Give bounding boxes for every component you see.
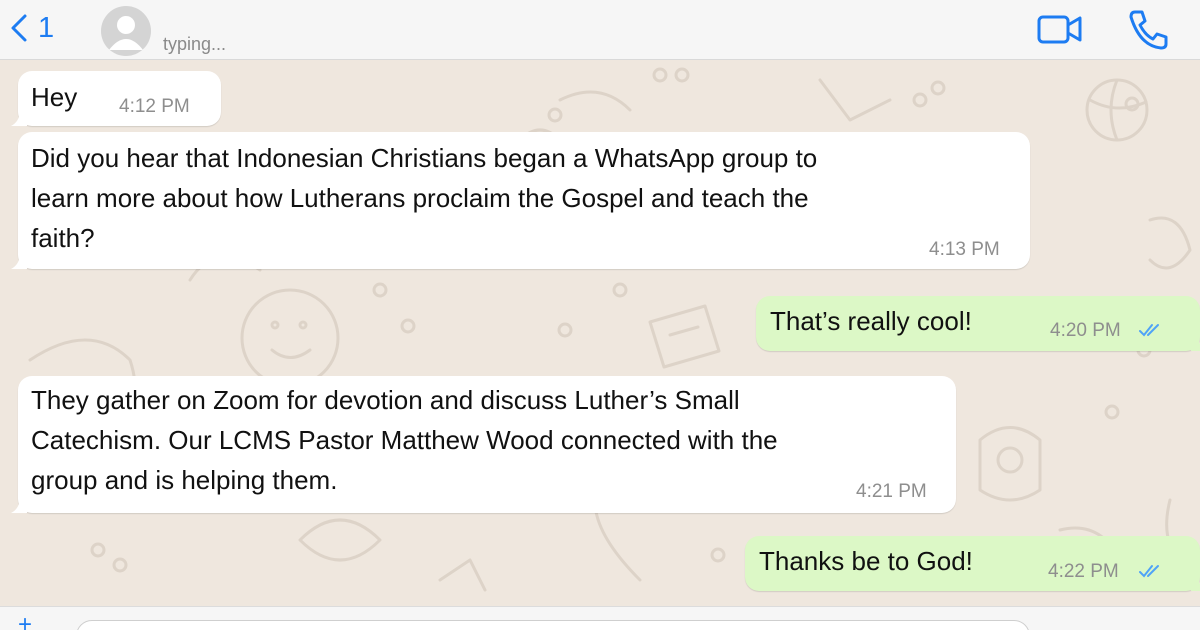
read-receipt-icon [1139, 324, 1159, 337]
message-time: 4:12 PM [119, 96, 190, 117]
bubble-tail [11, 255, 27, 269]
bubble-tail [11, 112, 27, 126]
message-text: faith? [31, 223, 95, 253]
message-time: 4:13 PM [929, 239, 1000, 260]
video-call-button[interactable] [1036, 8, 1084, 50]
composer-bar: + [0, 606, 1200, 630]
phone-call-icon [1129, 10, 1168, 50]
message-bubble-outgoing[interactable]: That’s really cool! 4:20 PM [756, 296, 1200, 351]
message-text: Did you hear that Indonesian Christians … [31, 143, 818, 173]
message-bubble-incoming[interactable]: They gather on Zoom for devotion and dis… [11, 376, 956, 513]
contact-avatar[interactable] [101, 6, 151, 56]
typing-status: typing... [163, 34, 227, 54]
message-text: learn more about how Lutherans proclaim … [31, 183, 809, 213]
message-bubble-incoming[interactable]: Did you hear that Indonesian Christians … [11, 132, 1030, 269]
message-time: 4:20 PM [1050, 320, 1121, 341]
message-text: group and is helping them. [31, 465, 338, 495]
back-button[interactable]: 1 [8, 10, 54, 46]
message-text: Hey [31, 82, 78, 112]
bubble-tail [1191, 577, 1200, 591]
message-time: 4:22 PM [1048, 561, 1119, 582]
read-receipt-icon [1139, 565, 1159, 578]
message-input[interactable] [76, 620, 1030, 630]
chevron-left-icon [11, 14, 27, 42]
message-text: That’s really cool! [770, 306, 972, 336]
message-bubble-incoming[interactable]: Hey 4:12 PM [11, 71, 221, 126]
chat-screen: 1 typing... Hey 4:12 PM Did you hear tha… [0, 0, 1200, 630]
phone-call-button[interactable] [1124, 8, 1172, 50]
message-text: Thanks be to God! [759, 546, 973, 576]
video-call-icon [1037, 15, 1082, 44]
message-text: They gather on Zoom for devotion and dis… [31, 385, 740, 415]
avatar-placeholder-icon [109, 16, 143, 50]
message-bubble-outgoing[interactable]: Thanks be to God! 4:22 PM [745, 536, 1200, 591]
chat-header: 1 typing... [0, 0, 1200, 60]
bubble-tail [1191, 337, 1200, 351]
unread-count: 1 [38, 11, 55, 44]
message-time: 4:21 PM [856, 481, 927, 502]
plus-icon[interactable]: + [18, 613, 32, 630]
message-text: Catechism. Our LCMS Pastor Matthew Wood … [31, 425, 778, 455]
bubble-tail [11, 499, 27, 513]
